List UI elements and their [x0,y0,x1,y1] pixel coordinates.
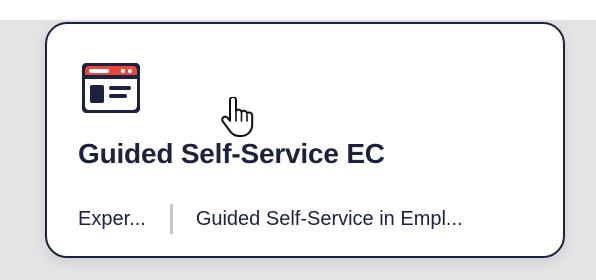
tile-category: Exper... [78,207,146,230]
browser-window-icon [82,63,140,113]
guided-self-service-tile[interactable]: Guided Self-Service EC Exper... Guided S… [45,22,565,258]
tile-description: Guided Self-Service in Empl... [195,207,463,230]
meta-divider [169,204,173,234]
tile-meta-row: Exper... Guided Self-Service in Empl... [78,204,463,234]
top-edge-strip [0,0,596,20]
tile-title: Guided Self-Service EC [78,138,385,169]
